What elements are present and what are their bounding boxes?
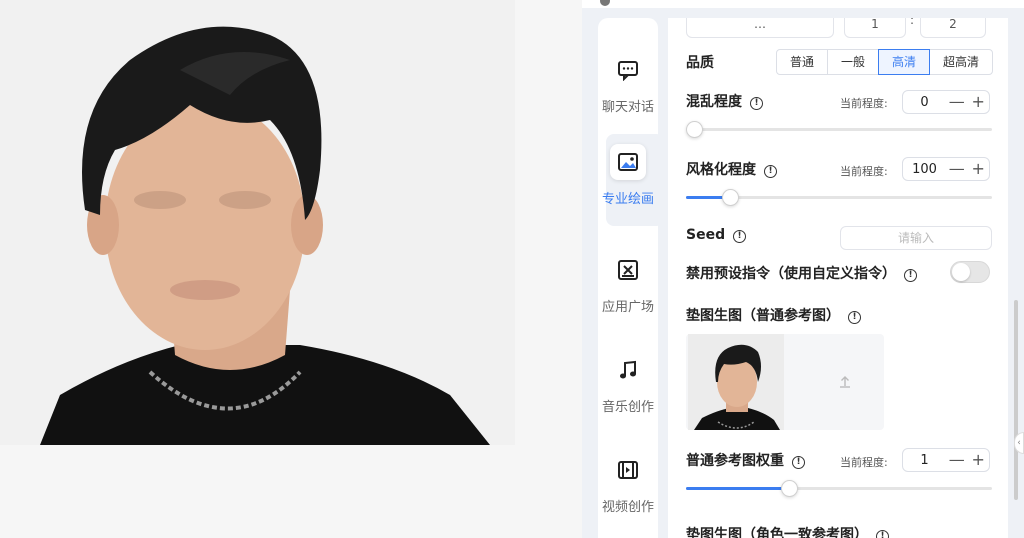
ratio-width-input[interactable]: 1: [844, 18, 906, 38]
top-inputs: … 1 : 2: [686, 18, 992, 38]
seed-input[interactable]: 请输入: [840, 226, 992, 250]
highlight-box: [688, 334, 784, 430]
quality-label: 品质: [686, 55, 714, 71]
chaos-label: 混乱程度!: [686, 91, 763, 111]
model-select[interactable]: …: [686, 18, 834, 38]
sidebar-item-video[interactable]: 视频创作: [589, 452, 667, 515]
sidebar-item-label: 聊天对话: [601, 100, 654, 115]
slider-thumb[interactable]: [781, 480, 798, 497]
image-ref-upload-zone: [686, 334, 884, 430]
sidebar-item-label: 视频创作: [601, 500, 654, 515]
stylize-slider[interactable]: [686, 189, 992, 206]
info-icon[interactable]: !: [792, 456, 805, 469]
stylize-label: 风格化程度!: [686, 159, 777, 179]
ref-weight-stepper: 1 — +: [902, 448, 990, 472]
image-icon: [610, 144, 646, 180]
chaos-value[interactable]: 0: [903, 95, 946, 110]
music-icon: [610, 352, 646, 388]
top-bar-dot: [600, 0, 610, 6]
chaos-decrement-button[interactable]: —: [946, 92, 968, 112]
settings-panel: … 1 : 2 品质 普通 一般 高清 超高清 混乱程度! 当前程度: 0 — …: [668, 18, 1008, 538]
ratio-separator: :: [910, 18, 915, 27]
slider-fill: [686, 487, 789, 490]
ref-weight-decrement-button[interactable]: —: [946, 450, 968, 470]
slider-thumb[interactable]: [686, 121, 703, 138]
sidebar-item-apps[interactable]: 应用广场: [589, 252, 667, 315]
quality-option-hd[interactable]: 高清: [878, 49, 931, 75]
ref-weight-label: 普通参考图权重!: [686, 450, 805, 470]
sidebar-nav: 聊天对话 专业绘画 应用广场 音乐创作 视频创作: [598, 18, 664, 538]
image-upload-button[interactable]: [806, 334, 884, 430]
stylize-current-label: 当前程度:: [840, 165, 888, 178]
ref-weight-value[interactable]: 1: [903, 453, 946, 468]
info-icon[interactable]: !: [904, 269, 917, 282]
stylize-value[interactable]: 100: [903, 162, 946, 177]
sidebar-item-label: 应用广场: [601, 300, 654, 315]
sidebar-item-label: 专业绘画: [601, 192, 654, 207]
ref-weight-current-label: 当前程度:: [840, 456, 888, 469]
video-icon: [610, 452, 646, 488]
portrait-photo: [0, 0, 515, 445]
quality-option-average[interactable]: 一般: [827, 49, 880, 75]
quality-segmented-control: 普通 一般 高清 超高清: [776, 49, 994, 75]
ref-weight-slider[interactable]: [686, 480, 992, 497]
quality-option-normal[interactable]: 普通: [776, 49, 829, 75]
sidebar-item-drawing[interactable]: 专业绘画: [589, 144, 667, 207]
info-icon[interactable]: !: [876, 530, 889, 538]
chat-icon: [610, 52, 646, 88]
ref-weight-increment-button[interactable]: +: [968, 450, 990, 470]
top-bar: [582, 0, 1024, 8]
slider-track: [686, 128, 992, 131]
info-icon[interactable]: !: [764, 165, 777, 178]
sidebar-item-chat[interactable]: 聊天对话: [589, 52, 667, 115]
disable-preset-label: 禁用预设指令（使用自定义指令）!: [686, 263, 917, 283]
preview-area: [0, 0, 580, 538]
upload-icon: [840, 376, 850, 388]
toggle-knob: [952, 263, 970, 281]
apps-icon: [610, 252, 646, 288]
info-icon[interactable]: !: [750, 97, 763, 110]
image-ref-label: 垫图生图（普通参考图）!: [686, 305, 861, 325]
chaos-current-label: 当前程度:: [840, 97, 888, 110]
character-ref-label: 垫图生图（角色一致参考图）!: [686, 524, 889, 538]
ratio-height-input[interactable]: 2: [920, 18, 986, 38]
page: 聊天对话 专业绘画 应用广场 音乐创作 视频创作 … 1: 2 品质 普通 一…: [0, 0, 1024, 538]
info-icon[interactable]: !: [848, 311, 861, 324]
drawing-app: 聊天对话 专业绘画 应用广场 音乐创作 视频创作 … 1: 2 品质 普通 一…: [582, 0, 1024, 538]
scrollbar-thumb[interactable]: [1014, 300, 1018, 500]
chaos-increment-button[interactable]: +: [968, 92, 990, 112]
reference-thumbnail[interactable]: [688, 334, 784, 430]
stylize-stepper: 100 — +: [902, 157, 990, 181]
sidebar-item-music[interactable]: 音乐创作: [589, 352, 667, 415]
quality-option-ultra-hd[interactable]: 超高清: [929, 49, 994, 75]
stylize-increment-button[interactable]: +: [968, 159, 990, 179]
slider-thumb[interactable]: [722, 189, 739, 206]
seed-label: Seed!: [686, 227, 747, 243]
sidebar-item-label: 音乐创作: [601, 400, 654, 415]
disable-preset-toggle[interactable]: [950, 261, 990, 283]
chaos-slider[interactable]: [686, 121, 992, 138]
stylize-decrement-button[interactable]: —: [946, 159, 968, 179]
info-icon[interactable]: !: [733, 230, 747, 243]
chaos-stepper: 0 — +: [902, 90, 990, 114]
